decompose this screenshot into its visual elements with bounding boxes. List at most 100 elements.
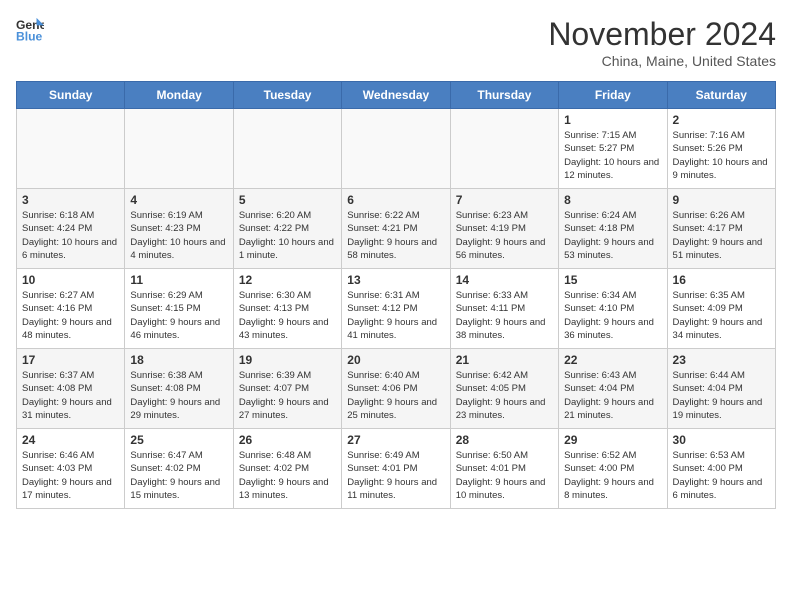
day-number: 26 xyxy=(239,433,336,447)
day-info: Sunrise: 6:19 AM Sunset: 4:23 PM Dayligh… xyxy=(130,209,227,262)
day-info: Sunrise: 6:39 AM Sunset: 4:07 PM Dayligh… xyxy=(239,369,336,422)
day-of-week-header: Tuesday xyxy=(233,82,341,109)
day-number: 24 xyxy=(22,433,119,447)
page-header: General Blue November 2024 China, Maine,… xyxy=(16,16,776,69)
day-number: 16 xyxy=(673,273,770,287)
calendar-cell xyxy=(17,109,125,189)
calendar-week-row: 24 Sunrise: 6:46 AM Sunset: 4:03 PM Dayli… xyxy=(17,429,776,509)
day-info: Sunrise: 6:22 AM Sunset: 4:21 PM Dayligh… xyxy=(347,209,444,262)
day-info: Sunrise: 6:35 AM Sunset: 4:09 PM Dayligh… xyxy=(673,289,770,342)
day-number: 29 xyxy=(564,433,661,447)
day-info: Sunrise: 6:52 AM Sunset: 4:00 PM Dayligh… xyxy=(564,449,661,502)
day-number: 22 xyxy=(564,353,661,367)
day-number: 11 xyxy=(130,273,227,287)
day-info: Sunrise: 6:20 AM Sunset: 4:22 PM Dayligh… xyxy=(239,209,336,262)
calendar-cell: 8Sunrise: 6:24 AM Sunset: 4:18 PM Daylig… xyxy=(559,189,667,269)
day-of-week-header: Monday xyxy=(125,82,233,109)
calendar-cell: 4 Sunrise: 6:19 AM Sunset: 4:23 PM Daylig… xyxy=(125,189,233,269)
day-info: Sunrise: 6:33 AM Sunset: 4:11 PM Dayligh… xyxy=(456,289,553,342)
calendar-cell: 3 Sunrise: 6:18 AM Sunset: 4:24 PM Daylig… xyxy=(17,189,125,269)
day-info: Sunrise: 6:43 AM Sunset: 4:04 PM Dayligh… xyxy=(564,369,661,422)
calendar-cell xyxy=(450,109,558,189)
day-of-week-header: Saturday xyxy=(667,82,775,109)
calendar-cell: 10 Sunrise: 6:27 AM Sunset: 4:16 PM Dayli… xyxy=(17,269,125,349)
day-info: Sunrise: 6:30 AM Sunset: 4:13 PM Dayligh… xyxy=(239,289,336,342)
day-number: 14 xyxy=(456,273,553,287)
day-of-week-header: Thursday xyxy=(450,82,558,109)
day-info: Sunrise: 6:49 AM Sunset: 4:01 PM Dayligh… xyxy=(347,449,444,502)
day-number: 10 xyxy=(22,273,119,287)
calendar-cell: 12 Sunrise: 6:30 AM Sunset: 4:13 PM Dayli… xyxy=(233,269,341,349)
svg-text:Blue: Blue xyxy=(16,29,43,43)
calendar-cell: 30 Sunrise: 6:53 AM Sunset: 4:00 PM Dayli… xyxy=(667,429,775,509)
calendar-body: 1Sunrise: 7:15 AM Sunset: 5:27 PM Daylig… xyxy=(17,109,776,509)
day-number: 12 xyxy=(239,273,336,287)
calendar-cell: 22 Sunrise: 6:43 AM Sunset: 4:04 PM Dayli… xyxy=(559,349,667,429)
calendar-cell: 2Sunrise: 7:16 AM Sunset: 5:26 PM Daylig… xyxy=(667,109,775,189)
logo: General Blue xyxy=(16,16,46,44)
calendar-cell: 23 Sunrise: 6:44 AM Sunset: 4:04 PM Dayli… xyxy=(667,349,775,429)
day-number: 21 xyxy=(456,353,553,367)
calendar-week-row: 10 Sunrise: 6:27 AM Sunset: 4:16 PM Dayli… xyxy=(17,269,776,349)
day-number: 28 xyxy=(456,433,553,447)
day-info: Sunrise: 6:18 AM Sunset: 4:24 PM Dayligh… xyxy=(22,209,119,262)
day-info: Sunrise: 6:27 AM Sunset: 4:16 PM Dayligh… xyxy=(22,289,119,342)
calendar-cell: 18 Sunrise: 6:38 AM Sunset: 4:08 PM Dayli… xyxy=(125,349,233,429)
day-info: Sunrise: 6:47 AM Sunset: 4:02 PM Dayligh… xyxy=(130,449,227,502)
day-info: Sunrise: 6:24 AM Sunset: 4:18 PM Dayligh… xyxy=(564,209,661,262)
day-number: 30 xyxy=(673,433,770,447)
location: China, Maine, United States xyxy=(548,53,776,69)
day-info: Sunrise: 6:44 AM Sunset: 4:04 PM Dayligh… xyxy=(673,369,770,422)
calendar-cell: 7Sunrise: 6:23 AM Sunset: 4:19 PM Daylig… xyxy=(450,189,558,269)
day-number: 20 xyxy=(347,353,444,367)
day-info: Sunrise: 6:34 AM Sunset: 4:10 PM Dayligh… xyxy=(564,289,661,342)
calendar-header-row: SundayMondayTuesdayWednesdayThursdayFrid… xyxy=(17,82,776,109)
day-number: 5 xyxy=(239,193,336,207)
day-number: 25 xyxy=(130,433,227,447)
day-number: 19 xyxy=(239,353,336,367)
day-of-week-header: Wednesday xyxy=(342,82,450,109)
day-info: Sunrise: 6:38 AM Sunset: 4:08 PM Dayligh… xyxy=(130,369,227,422)
day-info: Sunrise: 6:37 AM Sunset: 4:08 PM Dayligh… xyxy=(22,369,119,422)
day-number: 4 xyxy=(130,193,227,207)
day-number: 18 xyxy=(130,353,227,367)
calendar-cell: 26Sunrise: 6:48 AM Sunset: 4:02 PM Dayli… xyxy=(233,429,341,509)
day-info: Sunrise: 6:29 AM Sunset: 4:15 PM Dayligh… xyxy=(130,289,227,342)
day-info: Sunrise: 6:26 AM Sunset: 4:17 PM Dayligh… xyxy=(673,209,770,262)
logo-icon: General Blue xyxy=(16,16,44,44)
day-number: 3 xyxy=(22,193,119,207)
calendar-cell: 24 Sunrise: 6:46 AM Sunset: 4:03 PM Dayli… xyxy=(17,429,125,509)
day-of-week-header: Sunday xyxy=(17,82,125,109)
day-info: Sunrise: 6:53 AM Sunset: 4:00 PM Dayligh… xyxy=(673,449,770,502)
day-info: Sunrise: 6:50 AM Sunset: 4:01 PM Dayligh… xyxy=(456,449,553,502)
calendar-cell: 13Sunrise: 6:31 AM Sunset: 4:12 PM Dayli… xyxy=(342,269,450,349)
calendar-cell: 19 Sunrise: 6:39 AM Sunset: 4:07 PM Dayli… xyxy=(233,349,341,429)
calendar-cell: 14 Sunrise: 6:33 AM Sunset: 4:11 PM Dayli… xyxy=(450,269,558,349)
day-number: 27 xyxy=(347,433,444,447)
month-title: November 2024 xyxy=(548,16,776,53)
day-info: Sunrise: 6:31 AM Sunset: 4:12 PM Dayligh… xyxy=(347,289,444,342)
calendar-cell: 21 Sunrise: 6:42 AM Sunset: 4:05 PM Dayli… xyxy=(450,349,558,429)
day-info: Sunrise: 6:46 AM Sunset: 4:03 PM Dayligh… xyxy=(22,449,119,502)
calendar-cell: 9Sunrise: 6:26 AM Sunset: 4:17 PM Daylig… xyxy=(667,189,775,269)
calendar-cell xyxy=(125,109,233,189)
day-number: 6 xyxy=(347,193,444,207)
day-number: 23 xyxy=(673,353,770,367)
day-number: 1 xyxy=(564,113,661,127)
calendar-cell: 28 Sunrise: 6:50 AM Sunset: 4:01 PM Dayli… xyxy=(450,429,558,509)
calendar-cell: 20 Sunrise: 6:40 AM Sunset: 4:06 PM Dayli… xyxy=(342,349,450,429)
calendar-cell: 11 Sunrise: 6:29 AM Sunset: 4:15 PM Dayli… xyxy=(125,269,233,349)
calendar-cell: 29 Sunrise: 6:52 AM Sunset: 4:00 PM Dayli… xyxy=(559,429,667,509)
calendar-cell: 15 Sunrise: 6:34 AM Sunset: 4:10 PM Dayli… xyxy=(559,269,667,349)
day-number: 17 xyxy=(22,353,119,367)
day-info: Sunrise: 6:42 AM Sunset: 4:05 PM Dayligh… xyxy=(456,369,553,422)
day-number: 15 xyxy=(564,273,661,287)
day-of-week-header: Friday xyxy=(559,82,667,109)
day-info: Sunrise: 6:23 AM Sunset: 4:19 PM Dayligh… xyxy=(456,209,553,262)
calendar-cell: 16 Sunrise: 6:35 AM Sunset: 4:09 PM Dayli… xyxy=(667,269,775,349)
day-number: 2 xyxy=(673,113,770,127)
calendar-cell: 6 Sunrise: 6:22 AM Sunset: 4:21 PM Daylig… xyxy=(342,189,450,269)
calendar-cell: 17 Sunrise: 6:37 AM Sunset: 4:08 PM Dayli… xyxy=(17,349,125,429)
calendar-cell xyxy=(233,109,341,189)
day-info: Sunrise: 6:40 AM Sunset: 4:06 PM Dayligh… xyxy=(347,369,444,422)
